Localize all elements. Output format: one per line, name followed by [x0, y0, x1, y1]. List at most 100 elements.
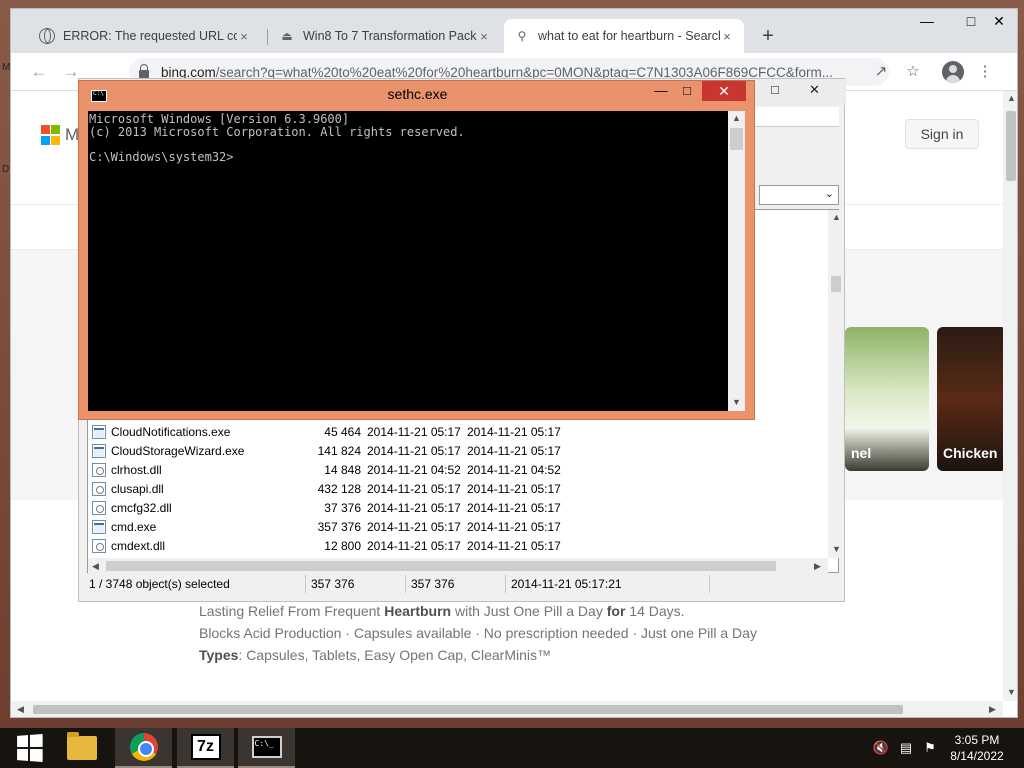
close-icon[interactable]: ✕ [985, 11, 1013, 31]
back-arrow-icon[interactable]: ← [29, 62, 49, 82]
file-row[interactable]: cmd.exe 357 376 2014-11-21 05:17 2014-11-21… [92, 517, 742, 536]
file-type-icon [92, 424, 106, 439]
status-divider [405, 575, 406, 593]
share-icon[interactable]: ↗ [871, 62, 891, 82]
file-size: 12 800 [324, 538, 361, 553]
file-modified: 2014-11-21 04:52 [367, 462, 461, 477]
image-card[interactable]: nel [845, 327, 929, 471]
console-window: sethc.exe — □ ✕ Microsoft Windows [Versi… [78, 80, 755, 420]
volume-muted-icon[interactable]: 🔇 [872, 740, 890, 756]
scroll-up-icon[interactable]: ▲ [732, 113, 741, 123]
page-vertical-scrollbar[interactable]: ▲ ▼ [1003, 91, 1017, 701]
console-line: ​ [89, 138, 728, 151]
system-clock[interactable]: 3:05 PM 8/14/2022 [930, 732, 1024, 764]
ad-text: 14 Days. [625, 603, 685, 619]
network-icon[interactable]: ▤ [897, 740, 915, 756]
tab-download[interactable]: ⏏ Win8 To 7 Transformation Pack.zip × [269, 19, 501, 53]
file-row[interactable]: clusapi.dll 432 128 2014-11-21 05:17 2014-1… [92, 479, 742, 498]
7zip-icon: 7z [190, 734, 221, 760]
file-created: 2014-11-21 05:17 [467, 424, 561, 439]
image-card-label: nel [851, 445, 872, 461]
file-type-icon [92, 481, 106, 496]
file-size: 432 128 [317, 481, 361, 496]
file-row[interactable]: CloudStorageWizard.exe 141 824 2014-11-21 … [92, 441, 742, 460]
scrollbar-thumb[interactable] [831, 276, 841, 292]
scrollbar-thumb[interactable] [1006, 111, 1016, 181]
close-icon[interactable]: ✕ [809, 82, 820, 98]
status-bar: 1 / 3748 object(s) selected 357 376 357 … [83, 575, 839, 595]
path-dropdown[interactable]: ⌄ [759, 185, 839, 205]
file-name: CloudStorageWizard.exe [111, 443, 245, 458]
microsoft-logo-icon[interactable] [41, 125, 61, 145]
scroll-up-icon[interactable]: ▲ [1007, 93, 1016, 103]
ad-keyword: for [606, 603, 626, 619]
tab-title: Win8 To 7 Transformation Pack.zip [303, 29, 477, 43]
image-card[interactable]: Chicken [937, 327, 1003, 471]
ad-text: Lasting Relief From Frequent [199, 603, 385, 619]
taskbar: 7z C:\_ 🔇 ▤ ⚑ 3:05 PM 8/14/2022 [0, 728, 1024, 768]
ad-description-line: Lasting Relief From Frequent Heartburn w… [199, 603, 685, 619]
tab-error[interactable]: ERROR: The requested URL could not be re… [29, 19, 261, 53]
minimize-icon[interactable]: □ [771, 82, 779, 97]
chrome-icon [129, 733, 158, 761]
file-name: cmdext.dll [111, 538, 166, 553]
menu-dots-icon[interactable]: ⋮ [975, 62, 995, 82]
scroll-right-icon[interactable]: ▶ [814, 561, 821, 572]
file-modified: 2014-11-21 05:17 [367, 500, 461, 515]
tab-close-icon[interactable]: × [720, 29, 734, 44]
taskbar-file-explorer[interactable] [53, 728, 110, 768]
tab-close-icon[interactable]: × [477, 29, 491, 44]
sign-in-button[interactable]: Sign in [905, 119, 979, 149]
tab-separator [267, 29, 268, 45]
file-list-horizontal-scrollbar[interactable]: ◀ ▶ [88, 558, 828, 574]
file-size: 37 376 [324, 500, 361, 515]
tab-search[interactable]: ⚲ what to eat for heartburn - Search × [504, 19, 744, 53]
minimize-icon[interactable]: — [913, 11, 941, 31]
maximize-icon[interactable]: □ [677, 81, 697, 101]
ad-description-line: Blocks Acid Production · Capsules availa… [199, 625, 757, 641]
start-button[interactable] [0, 728, 57, 768]
globe-icon [39, 28, 55, 44]
page-horizontal-scrollbar[interactable]: ◀ ▶ [11, 701, 1003, 717]
scrollbar-thumb[interactable] [33, 705, 903, 714]
file-row[interactable]: clrhost.dll 14 848 2014-11-21 04:52 2014-11… [92, 460, 742, 479]
scroll-up-icon[interactable]: ▲ [832, 212, 841, 222]
tab-close-icon[interactable]: × [237, 29, 251, 44]
selected-packed-size: 357 376 [411, 577, 455, 591]
scroll-down-icon[interactable]: ▼ [1007, 687, 1016, 697]
cmd-icon: C:\_ [251, 736, 282, 758]
file-row[interactable]: CloudNotifications.exe 45 464 2014-11-21 0… [92, 422, 742, 441]
new-tab-button[interactable]: + [756, 25, 780, 47]
tab-title: what to eat for heartburn - Search [538, 29, 720, 43]
scroll-down-icon[interactable]: ▼ [832, 544, 841, 554]
file-list-vertical-scrollbar[interactable]: ▲ ▼ [828, 210, 844, 558]
taskbar-chrome[interactable] [115, 728, 172, 768]
close-icon[interactable]: ✕ [702, 81, 746, 101]
chevron-down-icon[interactable]: ⌄ [825, 187, 834, 200]
star-icon[interactable]: ☆ [903, 62, 923, 82]
profile-avatar[interactable] [942, 61, 964, 83]
taskbar-7zip[interactable]: 7z [177, 728, 234, 768]
scroll-down-icon[interactable]: ▼ [732, 397, 741, 407]
taskbar-cmd[interactable]: C:\_ [238, 728, 295, 768]
console-output[interactable]: Microsoft Windows [Version 6.3.9600] (c) … [88, 111, 728, 411]
file-created: 2014-11-21 04:52 [467, 462, 561, 477]
maximize-icon[interactable]: □ [957, 11, 985, 31]
file-row[interactable]: cmdext.dll 12 800 2014-11-21 05:17 2014-11-… [92, 536, 742, 555]
scroll-left-icon[interactable]: ◀ [17, 704, 24, 715]
file-type-icon [92, 443, 106, 458]
minimize-icon[interactable]: — [651, 81, 671, 101]
scrollbar-thumb[interactable] [730, 128, 743, 150]
file-rows: CloudNotifications.exe 45 464 2014-11-21 0… [88, 422, 828, 556]
console-vertical-scrollbar[interactable]: ▲ ▼ [728, 111, 745, 411]
selection-count: 1 / 3748 object(s) selected [89, 577, 230, 591]
scroll-left-icon[interactable]: ◀ [92, 561, 99, 572]
scroll-right-icon[interactable]: ▶ [989, 704, 996, 715]
file-row[interactable]: cmcfg32.dll 37 376 2014-11-21 05:17 2014-11… [92, 498, 742, 517]
console-prompt: C:\Windows\system32> [89, 149, 234, 164]
selected-date: 2014-11-21 05:17:21 [511, 577, 622, 591]
status-divider [305, 575, 306, 593]
scrollbar-thumb[interactable] [106, 561, 776, 571]
ad-description-line: Types: Capsules, Tablets, Easy Open Cap,… [199, 647, 551, 663]
file-size: 14 848 [324, 462, 361, 477]
